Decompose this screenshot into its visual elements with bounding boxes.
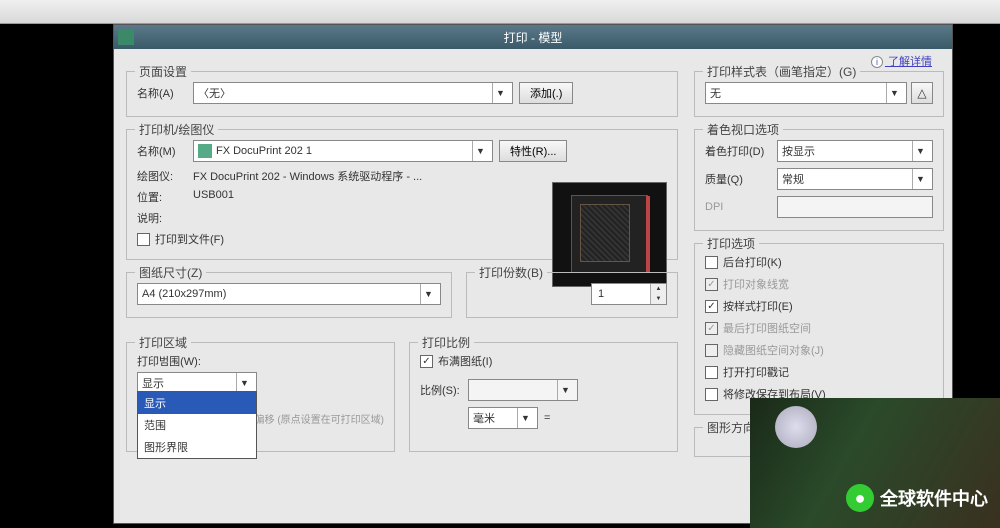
description-label: 说明: xyxy=(137,210,193,226)
printer-icon xyxy=(198,144,212,158)
plot-options-title: 打印选项 xyxy=(703,235,759,252)
chevron-down-icon: ▼ xyxy=(912,169,928,189)
plot-area-group: 打印区域 打印범围(W): 显示 ▼ 显示 范围 图形界限 打印偏移 (原点设置… xyxy=(126,342,395,452)
copies-spinner[interactable]: 1 ▲ ▼ xyxy=(591,283,667,305)
hide-paperspace-checkbox: 隐藏图纸空间对象(J) xyxy=(705,342,933,358)
shade-viewport-group: 着色视口选项 着色打印(D) 按显示▼ 质量(Q) 常规▼ DPI xyxy=(694,129,944,231)
dialog-titlebar[interactable]: 打印 - 模型 xyxy=(114,25,952,49)
style-table-title: 打印样式表（画笔指定）(G) xyxy=(703,63,860,80)
dpi-input xyxy=(777,196,933,218)
chevron-down-icon: ▼ xyxy=(886,83,902,103)
watermark-text: 全球软件中心 xyxy=(880,485,988,511)
wechat-icon: ● xyxy=(846,484,874,512)
chevron-down-icon: ▼ xyxy=(236,373,252,393)
paper-size-combo[interactable]: A4 (210x297mm) ▼ xyxy=(137,283,441,305)
chevron-down-icon: ▼ xyxy=(912,141,928,161)
dpi-label: DPI xyxy=(705,201,777,213)
help-link[interactable]: i 了解详情 xyxy=(871,53,932,69)
fit-to-paper-checkbox[interactable]: ✓ 布满图纸(I) xyxy=(420,353,667,369)
location-label: 位置: xyxy=(137,189,193,205)
info-icon: i xyxy=(871,56,883,68)
plot-what-label: 打印범围(W): xyxy=(137,353,384,369)
paperspace-last-checkbox: ✓最后打印图纸空间 xyxy=(705,320,933,336)
scale-combo[interactable]: ▼ xyxy=(468,379,578,401)
scale-label: 比例(S): xyxy=(420,382,468,398)
dropdown-item[interactable]: 图形界限 xyxy=(138,436,256,458)
chevron-down-icon: ▼ xyxy=(557,380,573,400)
dialog-title-text: 打印 - 模型 xyxy=(504,29,563,46)
copies-title: 打印份数(B) xyxy=(475,264,547,281)
obj-lineweight-checkbox: ✓打印对象线宽 xyxy=(705,276,933,292)
paper-size-group: 图纸尺寸(Z) A4 (210x297mm) ▼ xyxy=(126,272,452,318)
style-table-combo[interactable]: 无 ▼ xyxy=(705,82,907,104)
scale-unit-combo[interactable]: 毫米▼ xyxy=(468,407,538,429)
checkbox-icon xyxy=(705,388,718,401)
location-value: USB001 xyxy=(193,189,234,205)
printer-title: 打印机/绘图仪 xyxy=(135,121,218,138)
copies-group: 打印份数(B) 1 ▲ ▼ xyxy=(466,272,678,318)
plot-stamp-checkbox[interactable]: 打开打印戳记 xyxy=(705,364,933,380)
style-edit-button[interactable]: △ xyxy=(911,82,933,104)
checkbox-icon xyxy=(705,256,718,269)
plotter-value: FX DocuPrint 202 - Windows 系统驱动程序 - ... xyxy=(193,168,422,184)
dropdown-item[interactable]: 显示 xyxy=(138,392,256,414)
checkbox-icon: ✓ xyxy=(705,278,718,291)
plotter-label: 绘图仪: xyxy=(137,168,193,184)
printer-group: 打印机/绘图仪 名称(M) FX DocuPrint 202 1 ▼ 特性(R)… xyxy=(126,129,678,260)
watermark-overlay: ● 全球软件中心 xyxy=(750,398,1000,528)
printer-properties-button[interactable]: 特性(R)... xyxy=(499,140,567,162)
moon-icon xyxy=(775,406,817,448)
spinner-down-icon[interactable]: ▼ xyxy=(651,294,666,304)
page-setup-add-button[interactable]: 添加(.) xyxy=(519,82,573,104)
chevron-down-icon: ▼ xyxy=(472,141,488,161)
page-setup-title: 页面设置 xyxy=(135,63,191,80)
checkbox-icon: ✓ xyxy=(705,300,718,313)
chevron-down-icon: ▼ xyxy=(420,284,436,304)
chevron-down-icon: ▼ xyxy=(492,83,508,103)
quality-label: 质量(Q) xyxy=(705,171,777,187)
printer-name-label: 名称(M) xyxy=(137,143,193,159)
bg-plot-checkbox[interactable]: 后台打印(K) xyxy=(705,254,933,270)
checkbox-icon xyxy=(137,233,150,246)
quality-combo[interactable]: 常规▼ xyxy=(777,168,933,190)
shade-plot-label: 着色打印(D) xyxy=(705,143,777,159)
plot-by-style-checkbox[interactable]: ✓按样式打印(E) xyxy=(705,298,933,314)
dialog-icon xyxy=(118,29,134,45)
page-setup-name-label: 名称(A) xyxy=(137,85,193,101)
spinner-up-icon[interactable]: ▲ xyxy=(651,284,666,294)
printer-name-combo[interactable]: FX DocuPrint 202 1 ▼ xyxy=(193,140,493,162)
plot-scale-title: 打印比例 xyxy=(418,334,474,351)
page-setup-group: 页面设置 名称(A) 〈无〉 ▼ 添加(.) xyxy=(126,71,678,117)
checkbox-icon xyxy=(705,366,718,379)
app-toolbar xyxy=(0,0,1000,24)
plot-scale-group: 打印比例 ✓ 布满图纸(I) 比例(S): ▼ 毫米▼ = xyxy=(409,342,678,452)
plot-area-dropdown: 显示 范围 图形界限 xyxy=(137,391,257,459)
checkbox-icon xyxy=(705,344,718,357)
shade-viewport-title: 着色视口选项 xyxy=(703,121,783,138)
plot-area-title: 打印区域 xyxy=(135,334,191,351)
checkbox-icon: ✓ xyxy=(705,322,718,335)
dropdown-item[interactable]: 范围 xyxy=(138,414,256,436)
style-table-group: 打印样式表（画笔指定）(G) 无 ▼ △ xyxy=(694,71,944,117)
plot-options-group: 打印选项 后台打印(K) ✓打印对象线宽 ✓按样式打印(E) ✓最后打印图纸空间… xyxy=(694,243,944,415)
page-setup-name-combo[interactable]: 〈无〉 ▼ xyxy=(193,82,513,104)
chevron-down-icon: ▼ xyxy=(517,408,533,428)
paper-size-title: 图纸尺寸(Z) xyxy=(135,264,206,281)
checkbox-icon: ✓ xyxy=(420,355,433,368)
shade-plot-combo[interactable]: 按显示▼ xyxy=(777,140,933,162)
